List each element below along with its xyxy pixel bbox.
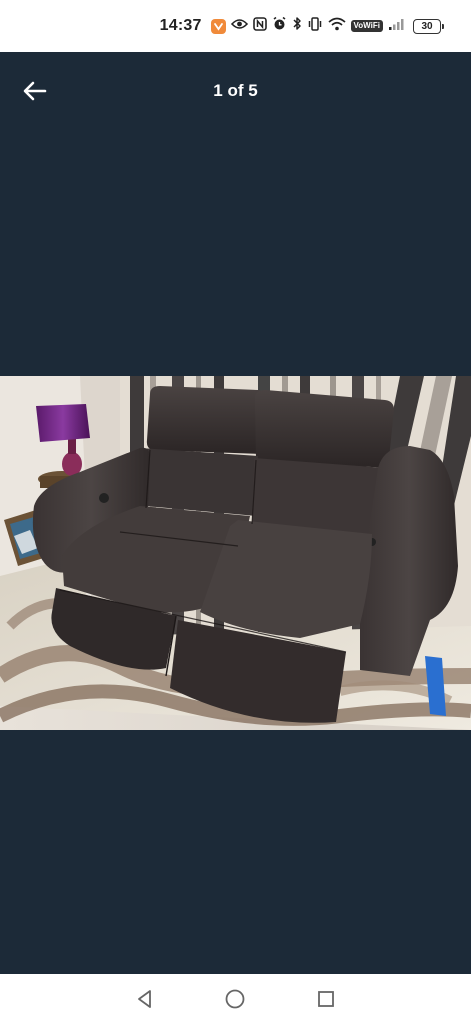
nfc-icon <box>252 16 267 36</box>
gallery-header: 1 of 5 <box>0 52 471 130</box>
home-circle-icon <box>226 989 245 1009</box>
page-counter: 1 of 5 <box>213 81 258 100</box>
nav-home-button[interactable] <box>218 982 252 1016</box>
back-arrow-icon <box>23 81 47 101</box>
vowifi-label: VoWiFi <box>350 20 383 32</box>
battery-level: 30 <box>421 20 433 32</box>
nav-back-button[interactable] <box>128 982 162 1016</box>
nav-recents-button[interactable] <box>309 982 343 1016</box>
back-triangle-icon <box>138 990 152 1008</box>
wifi-icon <box>327 17 346 36</box>
bluetooth-icon <box>292 16 302 36</box>
battery-icon: 30 <box>413 18 444 34</box>
status-bar: 14:37 VoWiFi 30 <box>0 0 471 52</box>
signal-icon <box>388 17 406 36</box>
vibrate-icon <box>307 16 323 36</box>
sofa-photo[interactable] <box>0 376 471 730</box>
eye-icon <box>230 17 248 35</box>
back-button[interactable] <box>18 74 52 108</box>
app-notification-icon <box>210 18 226 34</box>
system-nav-bar <box>0 974 471 1024</box>
recents-square-icon <box>317 991 334 1007</box>
alarm-icon <box>272 16 287 36</box>
sofa-photo-image <box>0 376 471 730</box>
status-time: 14:37 <box>159 17 202 34</box>
